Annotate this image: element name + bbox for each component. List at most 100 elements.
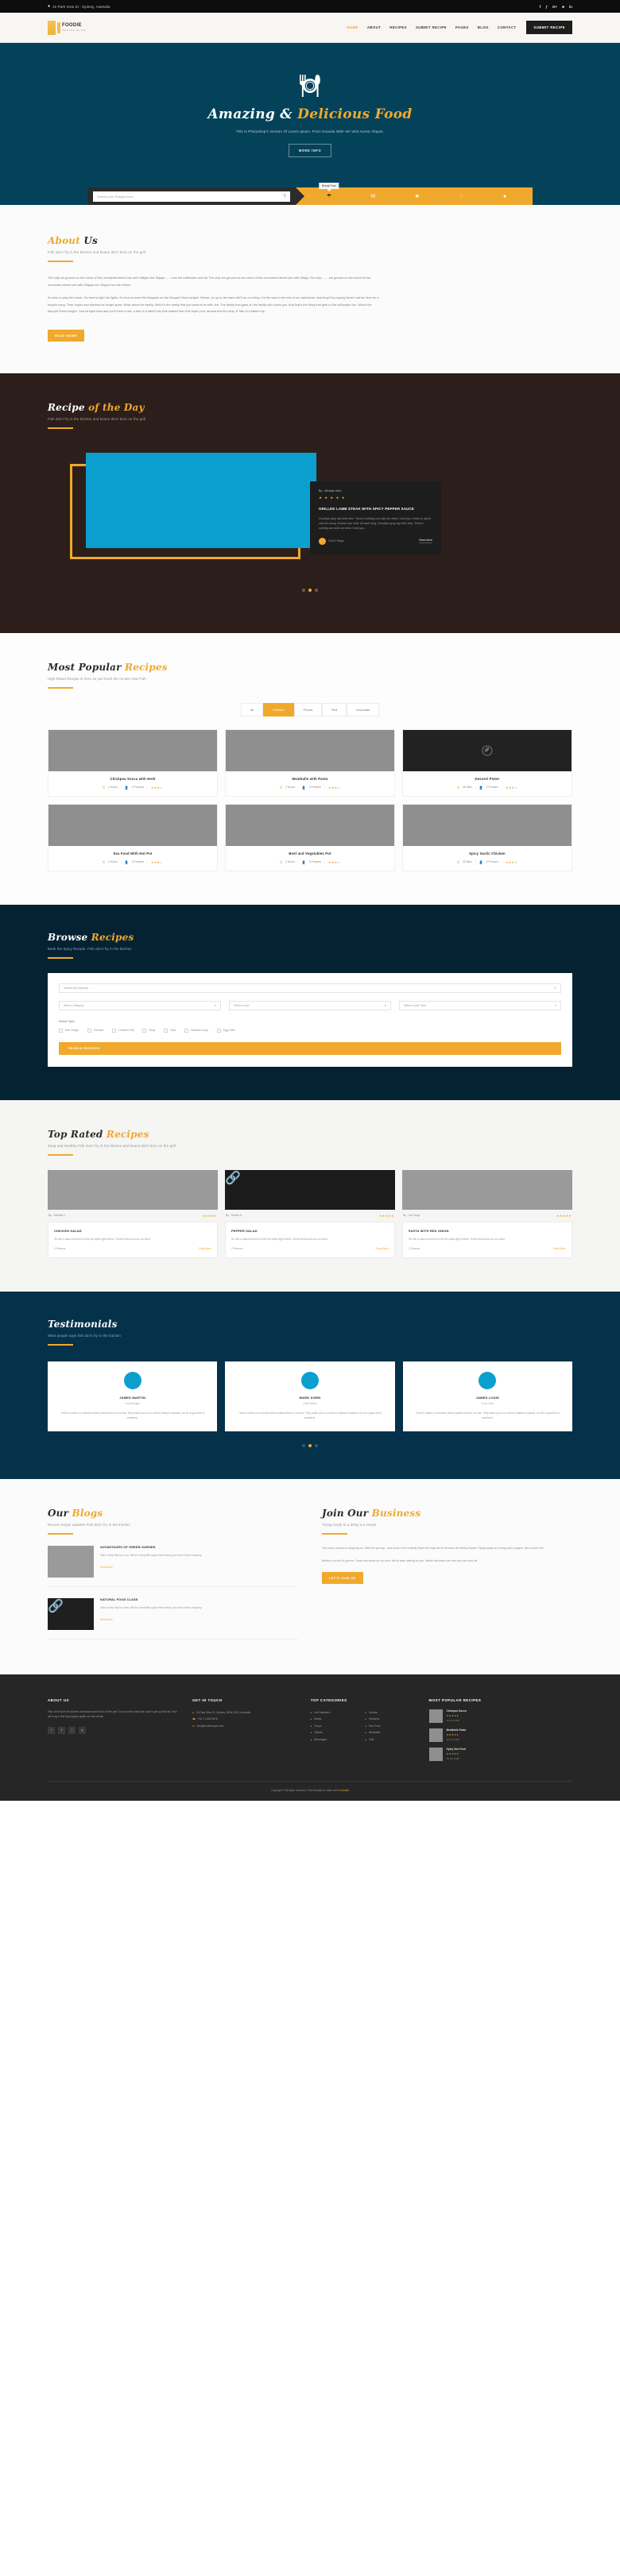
top-rated-read-more[interactable]: Read More bbox=[199, 1247, 211, 1250]
rotd-chef-avatar bbox=[319, 537, 326, 545]
filter-pizzas[interactable]: Pizzas bbox=[293, 702, 323, 716]
recipe-card[interactable]: Sea Food With Hot Pot ⏱ 1 Hours | 👤 2 Person… bbox=[48, 803, 218, 871]
nav-item-blog[interactable]: BLOG bbox=[478, 25, 489, 29]
avatar bbox=[479, 1371, 497, 1389]
twitter-icon[interactable]: t bbox=[58, 1726, 65, 1734]
checkbox-label: Rice bbox=[170, 1029, 176, 1032]
nav-item-recipes[interactable]: RECIPES bbox=[389, 25, 407, 29]
search-icon[interactable]: ⚲ bbox=[554, 986, 556, 990]
nav-item-submit-recipe[interactable]: SUBMIT RECIPE bbox=[416, 25, 447, 29]
recipe-card[interactable]: 🔗 Dessert Plater ⏱ 45 Mins | 👤 2 Persons | ★★★… bbox=[402, 728, 572, 797]
dessert-icon[interactable]: ● bbox=[503, 194, 506, 199]
recipe-thumbnail bbox=[48, 729, 217, 771]
top-rated-read-more[interactable]: Read More bbox=[376, 1247, 389, 1250]
recipe-card[interactable]: Beef and Vegetables Pot ⏱ 2 Hours | 👤 3 Pers… bbox=[225, 803, 395, 871]
checkbox-non-vedge[interactable]: Non Vedge bbox=[59, 1028, 79, 1033]
filter-chocolate[interactable]: chocolate bbox=[347, 702, 380, 716]
submit-recipe-button[interactable]: SUBMIT RECIPE bbox=[526, 21, 572, 34]
linkedin-icon[interactable]: in bbox=[569, 5, 572, 9]
footer-popular-post[interactable]: Meatballs Pasta ★★★★★ 18 Oct 2018 bbox=[428, 1728, 573, 1742]
nav-item-contact[interactable]: CONTACT bbox=[498, 25, 517, 29]
footer-category-link[interactable]: ▸ Hot Sandwich bbox=[311, 1709, 362, 1717]
search-input[interactable]: Search your Recipie here... ⚲ bbox=[93, 191, 290, 202]
checkbox-chicken-grill[interactable]: Chicken Grill bbox=[112, 1028, 134, 1033]
logo-mark-icon bbox=[48, 20, 56, 35]
checkbox-rice[interactable]: Rice bbox=[164, 1028, 176, 1033]
about-read-more-button[interactable]: READ MORE bbox=[48, 329, 85, 342]
blog-read-more[interactable]: Read More bbox=[100, 1618, 113, 1621]
select-level[interactable]: Select Level ▾ bbox=[229, 1000, 391, 1010]
checkbox-soup[interactable]: Soup bbox=[142, 1028, 155, 1033]
footer-category-link[interactable]: ▸ Beverages bbox=[311, 1736, 362, 1744]
carousel-dot-1[interactable] bbox=[302, 588, 305, 592]
carousel-dot-3[interactable] bbox=[315, 588, 318, 592]
dinner-icon[interactable]: ✉ bbox=[370, 193, 375, 199]
footer-category-link[interactable]: ▸ Meats bbox=[311, 1716, 362, 1723]
checkbox-label: Chinese bbox=[93, 1029, 104, 1032]
blog-read-more[interactable]: Read More bbox=[100, 1566, 113, 1569]
search-recipies-button[interactable]: SEARCH RECIPIES bbox=[59, 1041, 561, 1055]
link-icon[interactable]: 🔗 bbox=[48, 1600, 64, 1613]
youtube-icon[interactable]: y bbox=[79, 1726, 86, 1734]
top-rated-card[interactable]: By : Joe Vergi ★★★★★ PASTA WITH RED ONION… bbox=[402, 1169, 572, 1258]
footer-popular-post[interactable]: Chickpea Socca ★★★★★ 12 Oct 2018 bbox=[428, 1709, 573, 1723]
top-rated-card[interactable]: By : Michale J ★★★★★ CHICKEN SALAD So thi… bbox=[48, 1169, 218, 1258]
recipe-card[interactable]: Meatballs with Pasta ⏱ 2 Hours | 👤 3 Persons… bbox=[225, 728, 395, 797]
google-plus-icon[interactable]: G+ bbox=[552, 5, 557, 9]
browse-keyword-input[interactable]: Search by Keyword ⚲ bbox=[59, 983, 561, 993]
checkbox-chinese[interactable]: Chinese bbox=[87, 1028, 104, 1033]
facebook-icon[interactable]: f bbox=[540, 5, 541, 9]
select-category[interactable]: Select Category ▾ bbox=[59, 1000, 221, 1010]
search-icon[interactable]: ⚲ bbox=[283, 194, 286, 199]
blog-post[interactable]: ADVANTAGES OF GREEN GARDEN Take a step t… bbox=[48, 1545, 298, 1587]
carousel-dot-2[interactable] bbox=[308, 1443, 312, 1447]
footer-category-link[interactable]: ▸ Desserts bbox=[366, 1716, 417, 1723]
filter-roll[interactable]: Roll bbox=[322, 702, 347, 716]
recipe-card[interactable]: Chickpea Socca with Herb ⏱ 1 Hours | 👤 2 Per… bbox=[48, 728, 218, 797]
top-rated-card[interactable]: 🔗 By : Robert S ★★★★★ PEPPER SALAD So thi… bbox=[225, 1169, 395, 1258]
footer-phone[interactable]: ☎ +61 2 1234 5678 bbox=[192, 1716, 299, 1723]
checkbox-label: Egg Fried bbox=[223, 1029, 235, 1032]
nav-item-home[interactable]: HOME bbox=[347, 25, 358, 29]
footer-popular-post[interactable]: Spicy Sea Food ★★★★★ 24 Oct 2018 bbox=[428, 1747, 573, 1761]
checkbox-egg-fried[interactable]: Egg Fried bbox=[216, 1028, 235, 1033]
select-category-value: Select Category bbox=[64, 1003, 84, 1007]
browse-heading: Browse Recipes Book the Spicy Recipie. F… bbox=[48, 932, 572, 959]
filter-all[interactable]: All bbox=[240, 702, 264, 716]
footer-category-link[interactable]: ▸ Grill bbox=[366, 1736, 417, 1744]
filter-chicken[interactable]: Chicken bbox=[263, 702, 294, 716]
link-icon[interactable]: 🔗 bbox=[225, 1172, 241, 1185]
join-us-button[interactable]: LET'S JOIN US bbox=[322, 1571, 363, 1584]
page-root: ● 22 Park View St - Sydney, Australia f … bbox=[0, 0, 620, 1801]
top-rated-read-more[interactable]: Read More bbox=[553, 1247, 566, 1250]
bbq-icon[interactable]: ★ bbox=[415, 193, 420, 199]
link-icon[interactable]: 🔗 bbox=[482, 745, 493, 755]
instagram-icon[interactable]: i bbox=[68, 1726, 76, 1734]
recipe-card[interactable]: Spicy Garlic Chicken ⏱ 30 Mins | 👤 2 Persons… bbox=[402, 803, 572, 871]
site-logo[interactable]: FOODIE RECIPE BLOG bbox=[48, 20, 86, 35]
carousel-dot-1[interactable] bbox=[302, 1443, 305, 1447]
footer-category-link[interactable]: ▸ Salads bbox=[311, 1729, 362, 1736]
footer-category-link[interactable]: ▸ Sea Food bbox=[366, 1723, 417, 1730]
footer-category-link[interactable]: ▸ Breakfast bbox=[366, 1729, 417, 1736]
nav-item-about[interactable]: ABOUT bbox=[367, 25, 381, 29]
carousel-dot-2[interactable] bbox=[308, 588, 312, 592]
break-fast-icon[interactable]: Break Fast ☂ bbox=[319, 183, 339, 199]
footer-email[interactable]: ✉ info@foodierecipe.com bbox=[192, 1723, 299, 1730]
hero-more-info-button[interactable]: MORE INFO bbox=[288, 144, 332, 157]
footer-category-link[interactable]: ▸ Soups bbox=[311, 1723, 362, 1730]
rotd-card-title: GRILLED LAMB STEAK WITH SPICY PEPPER SAU… bbox=[319, 506, 415, 511]
drinks-icon[interactable]: ♢ bbox=[459, 193, 463, 199]
facebook-icon[interactable]: f bbox=[48, 1726, 55, 1734]
rotd-read-more-link[interactable]: Read More bbox=[419, 539, 432, 544]
dribbble-icon[interactable]: ■ bbox=[562, 5, 564, 9]
twitter-icon[interactable]: ƒ bbox=[545, 5, 548, 9]
select-cook-time[interactable]: Select Cook Time ▾ bbox=[399, 1000, 561, 1010]
nav-item-pages[interactable]: PAGES bbox=[455, 25, 469, 29]
rotd-heading: Recipe of the Day Fish don't fry in the … bbox=[48, 402, 572, 429]
blog-post[interactable]: 🔗 NATURAL FOOD CLASS Take a step that is… bbox=[48, 1597, 298, 1639]
checkbox-mexican-soup[interactable]: Mexican Soup bbox=[184, 1028, 208, 1033]
carousel-dot-3[interactable] bbox=[315, 1443, 318, 1447]
footer-category-link[interactable]: ▸ Snacks bbox=[366, 1709, 417, 1717]
colorlib-link[interactable]: Colorlib bbox=[340, 1789, 349, 1792]
